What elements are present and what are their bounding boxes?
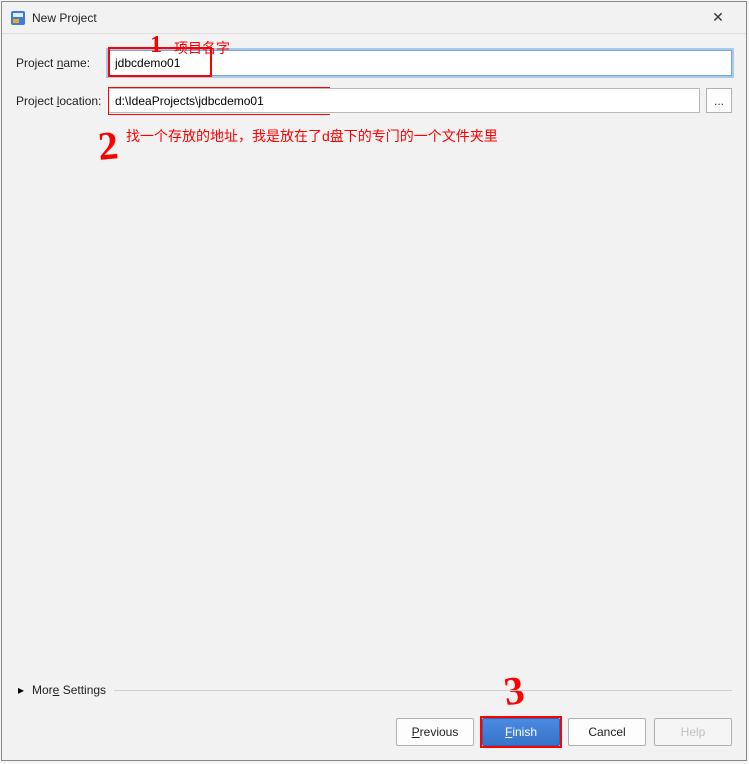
- annotation-text-2: 找一个存放的地址，我是放在了d盘下的专门的一个文件夹里: [126, 126, 498, 146]
- project-location-input[interactable]: [108, 88, 700, 113]
- titlebar: New Project ✕: [2, 2, 746, 34]
- project-name-label: Project name:: [16, 56, 108, 70]
- previous-button[interactable]: Previous: [396, 718, 474, 746]
- more-settings-row[interactable]: ▸ More Settings: [16, 680, 732, 700]
- dialog-content: Project name: Project location: ... 1 项目…: [2, 34, 746, 760]
- cancel-button[interactable]: Cancel: [568, 718, 646, 746]
- project-location-label: Project location:: [16, 94, 108, 108]
- more-settings-label: More Settings: [32, 683, 106, 697]
- dialog-button-bar: Previous Finish Cancel Help: [396, 718, 732, 746]
- annotation-mark-2: 2: [96, 121, 120, 170]
- separator-line: [114, 690, 732, 691]
- browse-button[interactable]: ...: [706, 88, 732, 113]
- project-name-input[interactable]: [108, 50, 732, 76]
- window-title: New Project: [32, 11, 97, 25]
- expand-icon[interactable]: ▸: [16, 685, 26, 695]
- new-project-dialog: New Project ✕ Project name: Project loca…: [1, 1, 747, 761]
- project-location-row: Project location: ...: [16, 88, 732, 113]
- project-name-row: Project name:: [16, 50, 732, 76]
- close-button[interactable]: ✕: [698, 4, 738, 32]
- finish-button[interactable]: Finish: [482, 718, 560, 746]
- help-button[interactable]: Help: [654, 718, 732, 746]
- app-icon: [10, 10, 26, 26]
